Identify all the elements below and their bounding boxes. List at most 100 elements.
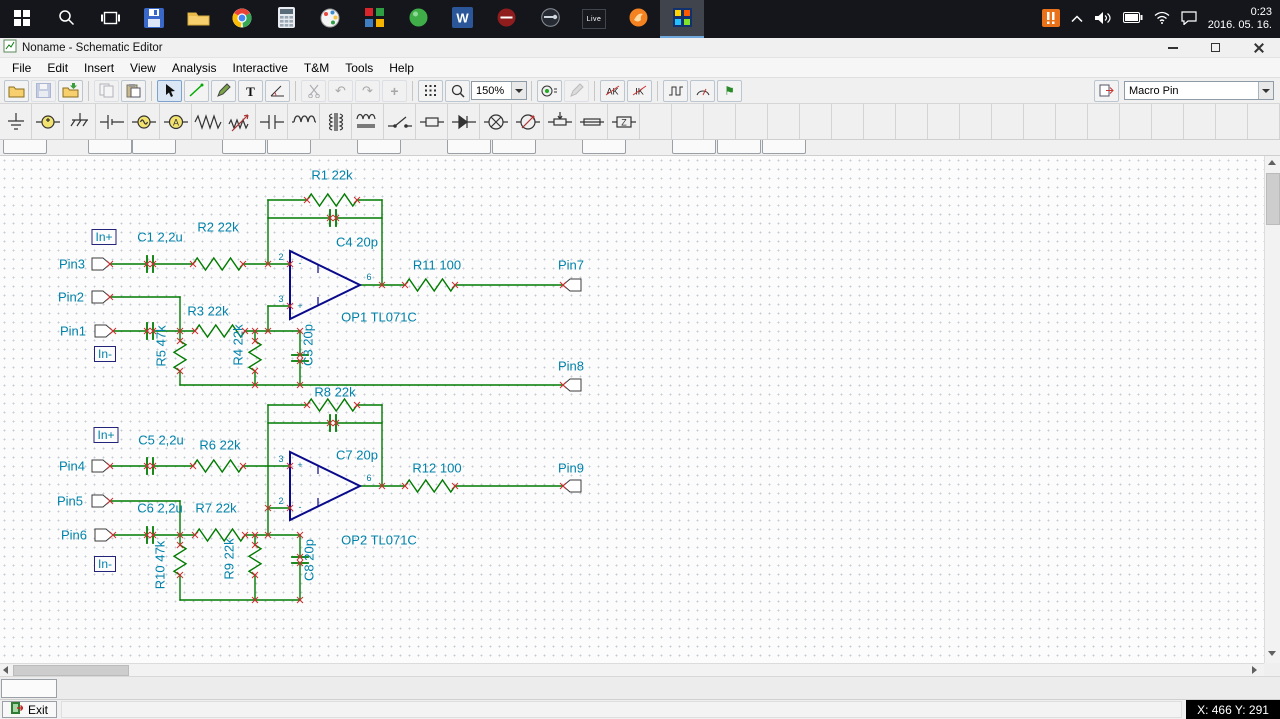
macro-nav-button[interactable] <box>1094 79 1119 102</box>
component-resistor-box-button[interactable] <box>416 104 448 139</box>
cut-button[interactable] <box>301 79 326 102</box>
schematic-label-r7-22k[interactable]: R7 22k <box>195 501 236 516</box>
schematic-label-op1-tl071c[interactable]: OP1 TL071C <box>341 310 417 325</box>
component-coupled-coils-button[interactable] <box>352 104 384 139</box>
schematic-label-in[interactable]: In- <box>93 556 117 572</box>
schematic-label-c8-20p[interactable]: C8 20p <box>302 539 317 581</box>
schematic-label-r2-22k[interactable]: R2 22k <box>197 220 238 235</box>
menu-item-insert[interactable]: Insert <box>76 59 122 77</box>
taskbar-word-app[interactable]: W <box>440 0 484 38</box>
taskbar-steam-app[interactable] <box>528 0 572 38</box>
pen-button[interactable] <box>211 79 236 102</box>
macro-select[interactable]: Macro Pin <box>1124 81 1274 100</box>
component-transformer-button[interactable] <box>320 104 352 139</box>
menu-item-edit[interactable]: Edit <box>39 59 76 77</box>
component-group-tab-11[interactable] <box>717 140 761 154</box>
horizontal-scroll-thumb[interactable] <box>13 665 129 676</box>
schematic-label-r9-22k[interactable]: R9 22k <box>222 538 237 579</box>
chat-icon[interactable] <box>1181 10 1197 28</box>
component-impedance-button[interactable]: Z <box>608 104 640 139</box>
meter-ak-button[interactable]: AK <box>600 79 625 102</box>
dimension-button[interactable] <box>265 79 290 102</box>
schematic-label-r1-22k[interactable]: R1 22k <box>311 168 352 183</box>
schematic-label-pin7[interactable]: Pin7 <box>558 258 584 273</box>
component-capacitor-button[interactable] <box>256 104 288 139</box>
schematic-label-r4-22k[interactable]: R4 22k <box>231 324 246 365</box>
taskbar-task-view-button[interactable] <box>88 0 132 38</box>
component-battery-button[interactable] <box>96 104 128 139</box>
taskbar-chrome-app[interactable] <box>220 0 264 38</box>
schematic-canvas[interactable]: R1 22k In+ C1 2,2u R2 22k C4 20p Pin3 Pin2 Pin1… <box>0 156 1264 663</box>
schematic-label-r10-47k[interactable]: R10 47k <box>153 541 168 589</box>
schematic-label-op2-tl071c[interactable]: OP2 TL071C <box>341 533 417 548</box>
taskbar-search-button[interactable] <box>44 0 88 38</box>
component-group-tab-10[interactable] <box>672 140 716 154</box>
scroll-up-arrow[interactable] <box>1268 160 1276 165</box>
schematic-label-pin6[interactable]: Pin6 <box>61 528 87 543</box>
schematic-label-r11-100[interactable]: R11 100 <box>413 258 461 273</box>
save-button[interactable] <box>31 79 56 102</box>
component-group-tab-2[interactable] <box>88 140 132 154</box>
menu-item-help[interactable]: Help <box>381 59 422 77</box>
move-button[interactable]: + <box>382 79 407 102</box>
schematic-label-r6-22k[interactable]: R6 22k <box>199 438 240 453</box>
schematic-label-pin2[interactable]: Pin2 <box>58 290 84 305</box>
zoom-select[interactable]: 150% <box>471 81 527 100</box>
battery-icon[interactable] <box>1122 12 1143 26</box>
text-button[interactable]: T <box>238 79 263 102</box>
signal-flag-button[interactable]: ⚑ <box>717 79 742 102</box>
vertical-scrollbar[interactable] <box>1264 156 1280 663</box>
undo-button[interactable]: ↶ <box>328 79 353 102</box>
component-switch-button[interactable] <box>384 104 416 139</box>
import-button[interactable] <box>58 79 83 102</box>
interactive-dc-button[interactable] <box>537 79 562 102</box>
schematic-label-r12-100[interactable]: R12 100 <box>412 461 461 476</box>
scroll-right-arrow[interactable] <box>1252 666 1257 674</box>
component-generator-button[interactable] <box>128 104 160 139</box>
schematic-label-c7-20p[interactable]: C7 20p <box>336 448 378 463</box>
component-group-tab-4[interactable] <box>222 140 266 154</box>
schematic-label-in+[interactable]: In+ <box>91 229 117 245</box>
volume-icon[interactable] <box>1094 11 1112 28</box>
component-ground-button[interactable] <box>0 104 32 139</box>
open-button[interactable] <box>4 79 29 102</box>
paste-button[interactable] <box>121 79 146 102</box>
menu-item-tools[interactable]: Tools <box>337 59 381 77</box>
schematic-label-pin4[interactable]: Pin4 <box>59 459 85 474</box>
component-group-tab-8[interactable] <box>492 140 536 154</box>
component-group-tab-6[interactable] <box>357 140 401 154</box>
menu-item-analysis[interactable]: Analysis <box>164 59 225 77</box>
schematic-label-r5-47k[interactable]: R5 47k <box>154 325 169 366</box>
zoom-tool-button[interactable] <box>445 79 470 102</box>
taskbar-live-mail-app[interactable]: Live <box>572 0 616 38</box>
copy-button[interactable] <box>94 79 119 102</box>
horizontal-scrollbar[interactable] <box>0 663 1264 676</box>
chevron-up-icon[interactable] <box>1071 12 1083 26</box>
taskbar-calculator-app[interactable] <box>264 0 308 38</box>
component-group-tab-5[interactable] <box>267 140 311 154</box>
taskbar-firebird-app[interactable] <box>616 0 660 38</box>
pencil-button[interactable] <box>564 79 589 102</box>
minimize-button[interactable] <box>1151 38 1194 57</box>
taskbar-qr-grid-app[interactable] <box>352 0 396 38</box>
transient-button[interactable] <box>663 79 688 102</box>
schematic-label-pin5[interactable]: Pin5 <box>57 494 83 509</box>
network-icon[interactable] <box>1154 11 1170 27</box>
schematic-label-pin3[interactable]: Pin3 <box>59 257 85 272</box>
taskbar-green-ball-app[interactable] <box>396 0 440 38</box>
component-voltmeter-button[interactable] <box>512 104 544 139</box>
schematic-label-c5-2-2u[interactable]: C5 2,2u <box>138 433 184 448</box>
grid-button[interactable] <box>418 79 443 102</box>
component-ammeter-button[interactable]: A <box>160 104 192 139</box>
component-resistor-button[interactable] <box>192 104 224 139</box>
component-inductor-button[interactable] <box>288 104 320 139</box>
maximize-button[interactable] <box>1194 38 1237 57</box>
taskbar-paint-app[interactable] <box>308 0 352 38</box>
sheet-tab[interactable] <box>1 679 57 698</box>
component-group-tab-1[interactable] <box>3 140 47 154</box>
component-group-tab-7[interactable] <box>447 140 491 154</box>
schematic-label-pin8[interactable]: Pin8 <box>558 359 584 374</box>
redo-button[interactable]: ↷ <box>355 79 380 102</box>
component-fuse-button[interactable] <box>576 104 608 139</box>
schematic-label-in+[interactable]: In+ <box>93 427 119 443</box>
